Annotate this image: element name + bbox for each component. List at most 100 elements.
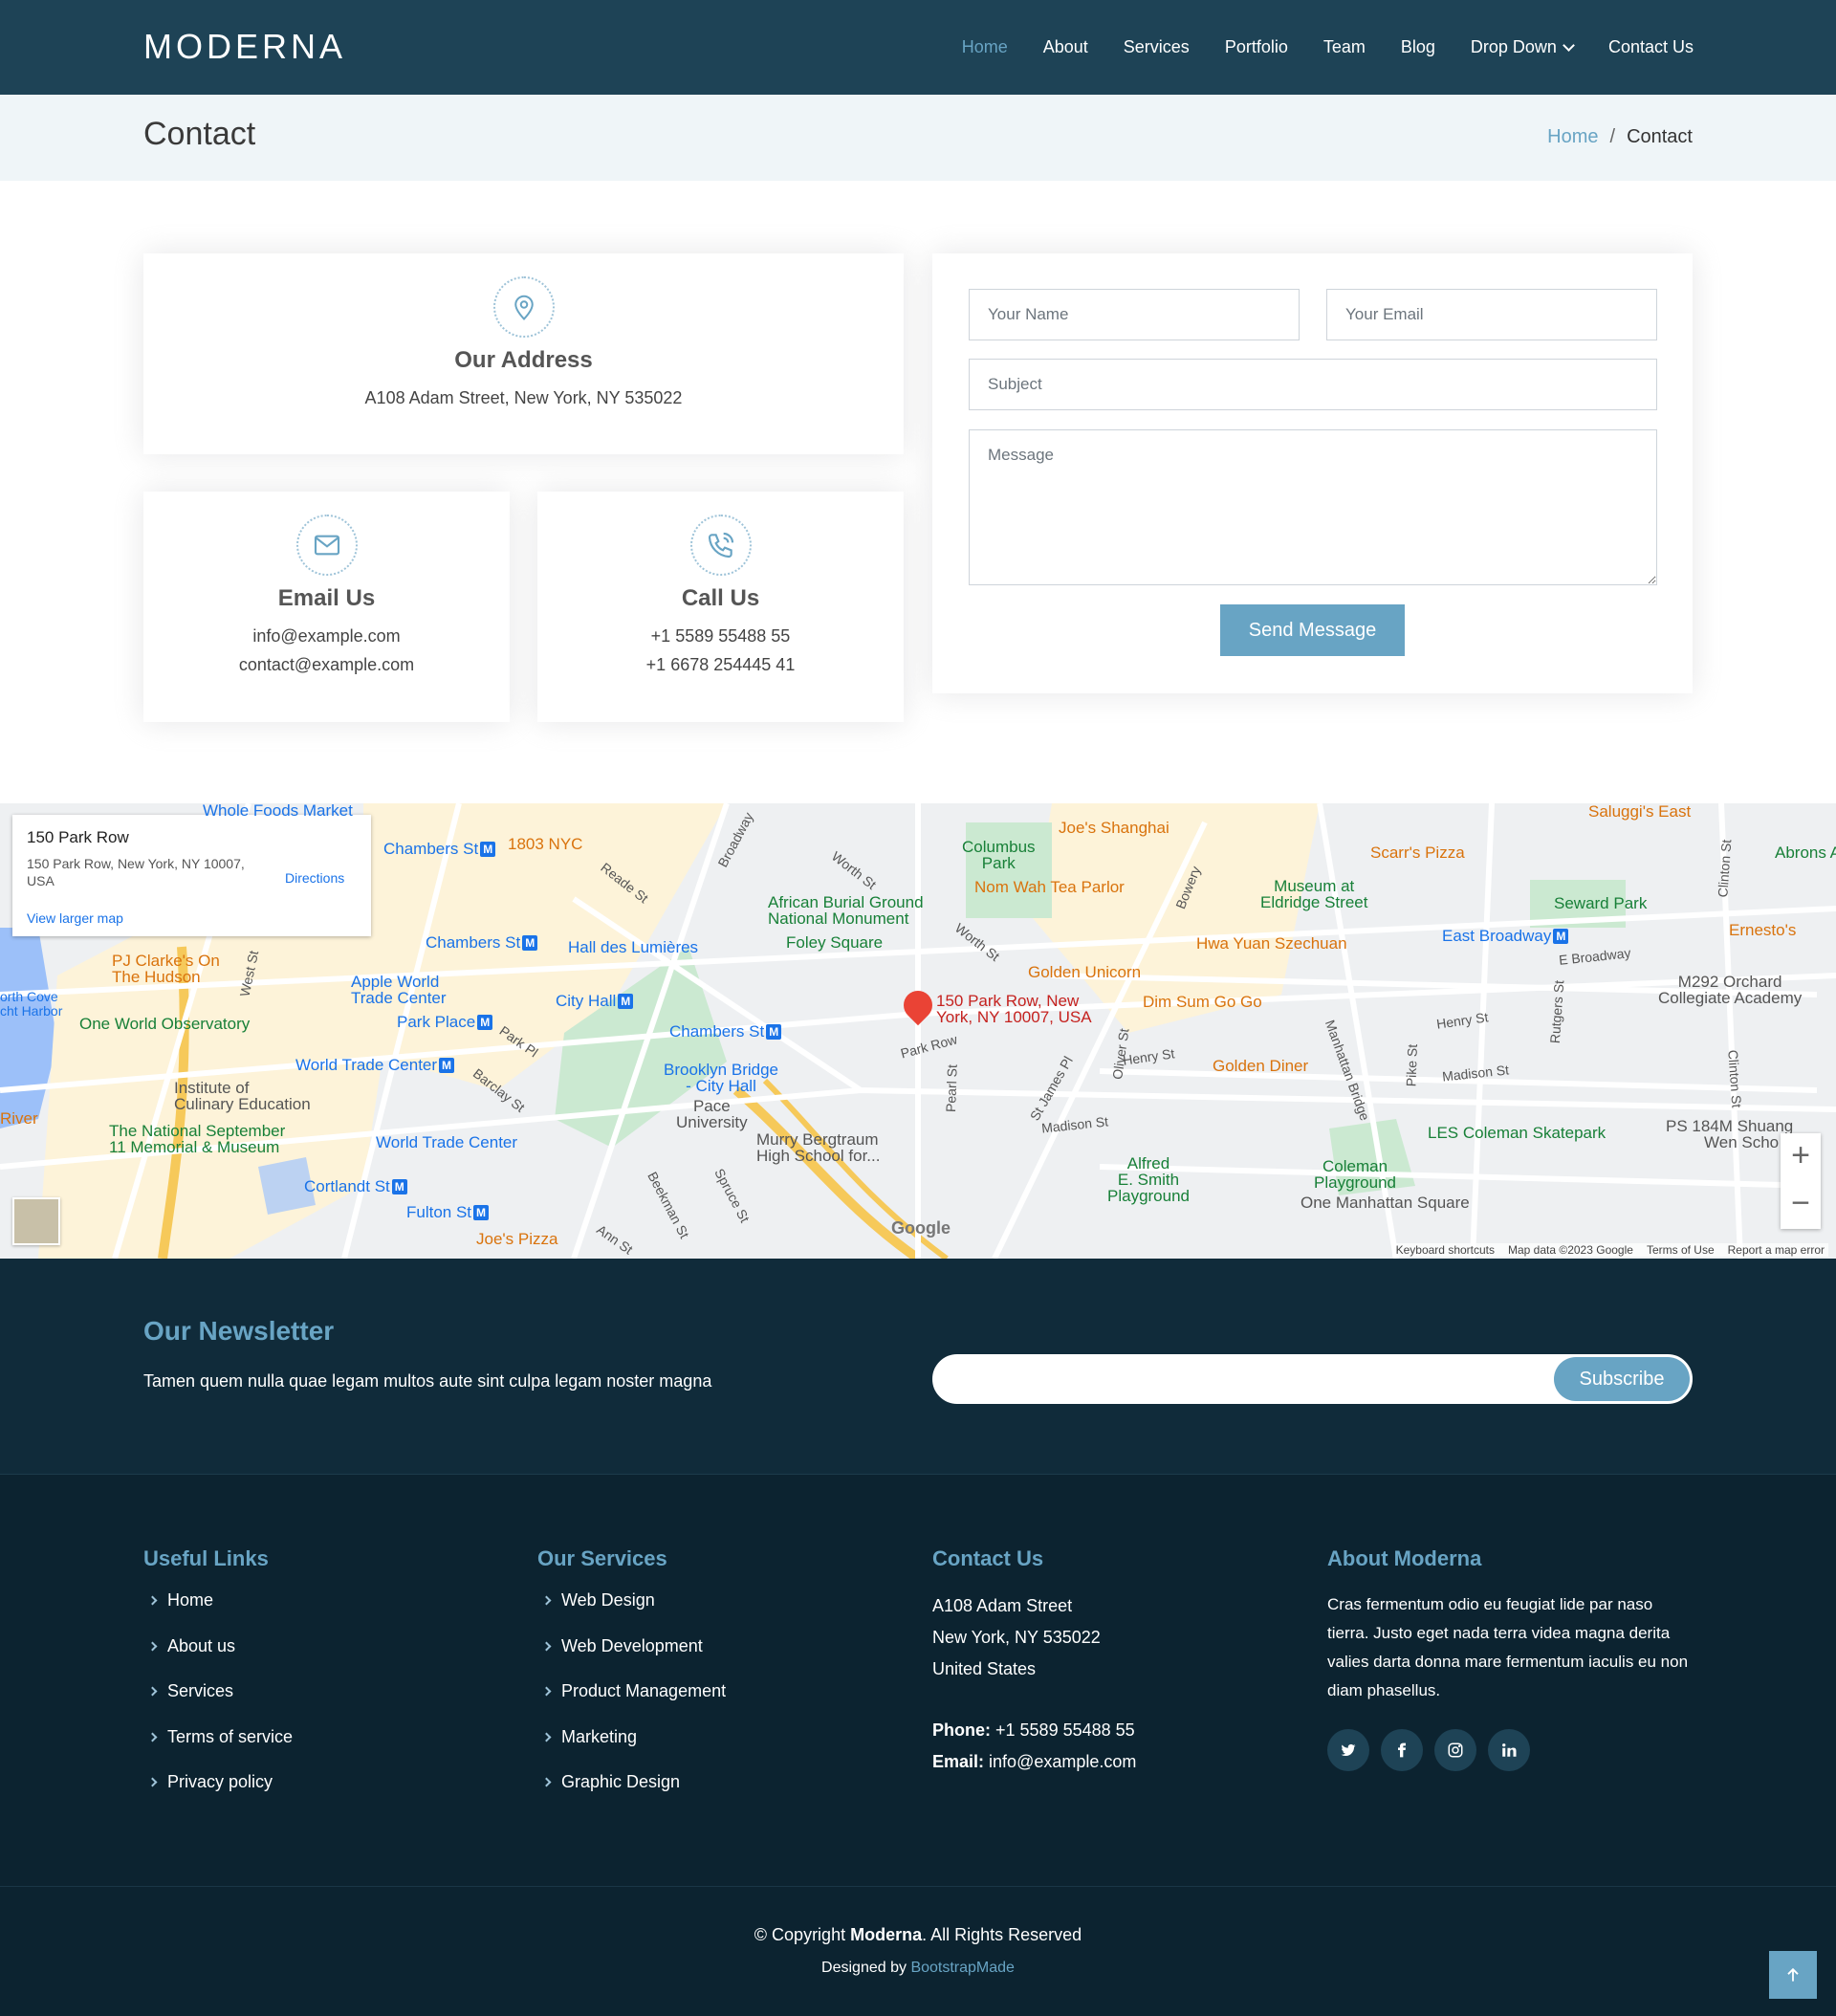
terms-link[interactable]: Terms of Use [1647, 1243, 1715, 1257]
zoom-in-button[interactable]: + [1781, 1133, 1821, 1181]
subway-icon: M [1553, 929, 1569, 944]
nav-contact[interactable]: Contact Us [1608, 37, 1694, 57]
footer-link-label: Product Management [561, 1681, 727, 1700]
map-label: Seward Park [1554, 894, 1648, 912]
map-label: Abrons A [1775, 844, 1836, 862]
name-input[interactable] [969, 289, 1300, 340]
facebook-icon[interactable] [1381, 1729, 1423, 1771]
breadcrumb-home[interactable]: Home [1547, 126, 1598, 148]
email-input[interactable] [1326, 289, 1657, 340]
report-error-link[interactable]: Report a map error [1728, 1243, 1825, 1257]
footer-link-label: Web Design [561, 1590, 655, 1610]
email-label: Email: [932, 1752, 985, 1771]
map-label-text: World Trade Center [295, 1056, 438, 1074]
map-attribution: Keyboard shortcuts Map data ©2023 Google… [1391, 1243, 1828, 1257]
nav-dropdown[interactable]: Drop Down [1470, 37, 1575, 57]
map-label-text: University [676, 1113, 748, 1131]
subject-input[interactable] [969, 359, 1657, 410]
map-label: PS 184M Shuang Wen Scho [1666, 1118, 1793, 1150]
map-label: Park Place M [397, 1013, 493, 1032]
map-card-address: 150 Park Row, New York, NY 10007, USA [27, 856, 245, 888]
map-label: Joe's Pizza [476, 1230, 558, 1248]
nav-services[interactable]: Services [1124, 37, 1190, 57]
map-label: Institute of Culinary Education [174, 1080, 311, 1112]
map-label: World Trade Center M [295, 1056, 455, 1075]
map-label: Museum at Eldridge Street [1260, 878, 1367, 910]
chevron-right-icon [147, 1777, 158, 1787]
footer-link[interactable]: About us [143, 1636, 293, 1682]
map-label: Fulton St M [406, 1203, 490, 1222]
breadcrumb: Home / Contact [1547, 126, 1693, 148]
copyright-suffix: . All Rights Reserved [922, 1925, 1082, 1944]
footer-link[interactable]: Web Design [537, 1590, 726, 1636]
map-embed[interactable]: 150 Park Row 150 Park Row, New York, NY … [0, 803, 1836, 1259]
site-logo[interactable]: MODERNA [143, 27, 346, 67]
footer-link[interactable]: Marketing [537, 1727, 726, 1773]
map-label: Cortlandt St M [304, 1177, 407, 1196]
map-label: Scarr's Pizza [1370, 844, 1465, 862]
footer-link[interactable]: Home [143, 1590, 293, 1636]
map-label: Foley Square [786, 933, 884, 952]
map-label-text: Wen Scho [1704, 1133, 1780, 1151]
phone-line-1: +1 5589 55488 55 [650, 626, 791, 646]
instagram-icon[interactable] [1434, 1729, 1476, 1771]
page-title: Contact [143, 116, 256, 152]
map-directions-link[interactable]: Directions [285, 870, 344, 886]
chevron-right-icon [147, 1641, 158, 1651]
subway-icon: M [522, 935, 538, 951]
nav-dropdown-label: Drop Down [1470, 37, 1557, 56]
map-label: Saluggi's East [1588, 803, 1692, 821]
nav-about[interactable]: About [1043, 37, 1088, 57]
chevron-right-icon [541, 1686, 552, 1697]
nav-portfolio[interactable]: Portfolio [1225, 37, 1288, 57]
footer-link[interactable]: Product Management [537, 1681, 726, 1727]
nav-home[interactable]: Home [962, 37, 1008, 57]
phone-icon [689, 515, 752, 576]
zoom-controls: + − [1781, 1133, 1821, 1229]
chevron-right-icon [147, 1732, 158, 1742]
email-title: Email Us [277, 585, 376, 611]
footer-link-label: Terms of service [167, 1726, 294, 1746]
copyright-prefix: © Copyright [754, 1925, 846, 1944]
chevron-right-icon [541, 1777, 552, 1787]
phone-label: Phone: [932, 1720, 991, 1740]
send-message-button[interactable]: Send Message [1220, 604, 1405, 656]
subway-icon: M [480, 842, 496, 857]
map-larger-link[interactable]: View larger map [27, 910, 123, 926]
message-textarea[interactable] [969, 429, 1657, 585]
subscribe-button[interactable]: Subscribe [1554, 1357, 1690, 1401]
map-label-text: Chambers St [383, 840, 479, 858]
map-label-text: National Monument [768, 909, 909, 928]
footer-link[interactable]: Services [143, 1681, 293, 1727]
site-footer: Useful Links Home About us Services Term… [0, 1475, 1836, 1886]
map-label-text: Playground [1314, 1173, 1397, 1192]
newsletter-form: Subscribe [932, 1354, 1693, 1404]
zoom-out-button[interactable]: − [1781, 1181, 1821, 1229]
designer-link[interactable]: BootstrapMade [910, 1960, 1015, 1976]
street-label: Pearl St [943, 1063, 960, 1113]
map-label: Nom Wah Tea Parlor [974, 878, 1125, 896]
nav-team[interactable]: Team [1323, 37, 1366, 57]
footer-link-label: Home [167, 1590, 214, 1610]
street-view-thumbnail[interactable] [12, 1197, 60, 1245]
back-to-top-button[interactable] [1769, 1951, 1817, 1999]
map-label: Hall des Lumières [568, 938, 699, 956]
map-label: Pace University [676, 1098, 748, 1130]
newsletter-email-input[interactable] [954, 1361, 1528, 1397]
map-label-text: Eldridge Street [1260, 893, 1368, 911]
map-label: Coleman Playground [1314, 1158, 1396, 1191]
footer-link[interactable]: Privacy policy [143, 1772, 293, 1818]
twitter-icon[interactable] [1327, 1729, 1369, 1771]
call-title: Call Us [681, 585, 760, 611]
map-label-text: Culinary Education [174, 1095, 311, 1113]
phone-line-2: +1 6678 254445 41 [645, 655, 796, 674]
footer-link[interactable]: Graphic Design [537, 1772, 726, 1818]
nav-blog[interactable]: Blog [1401, 37, 1435, 57]
footer-link[interactable]: Terms of service [143, 1727, 293, 1773]
contact-title: Contact Us [932, 1546, 1044, 1570]
linkedin-icon[interactable] [1488, 1729, 1530, 1771]
footer-link[interactable]: Web Development [537, 1636, 726, 1682]
email-line-2: contact@example.com [238, 655, 415, 674]
map-label-text: Trade Center [351, 989, 447, 1007]
keyboard-shortcuts-link[interactable]: Keyboard shortcuts [1396, 1243, 1495, 1257]
